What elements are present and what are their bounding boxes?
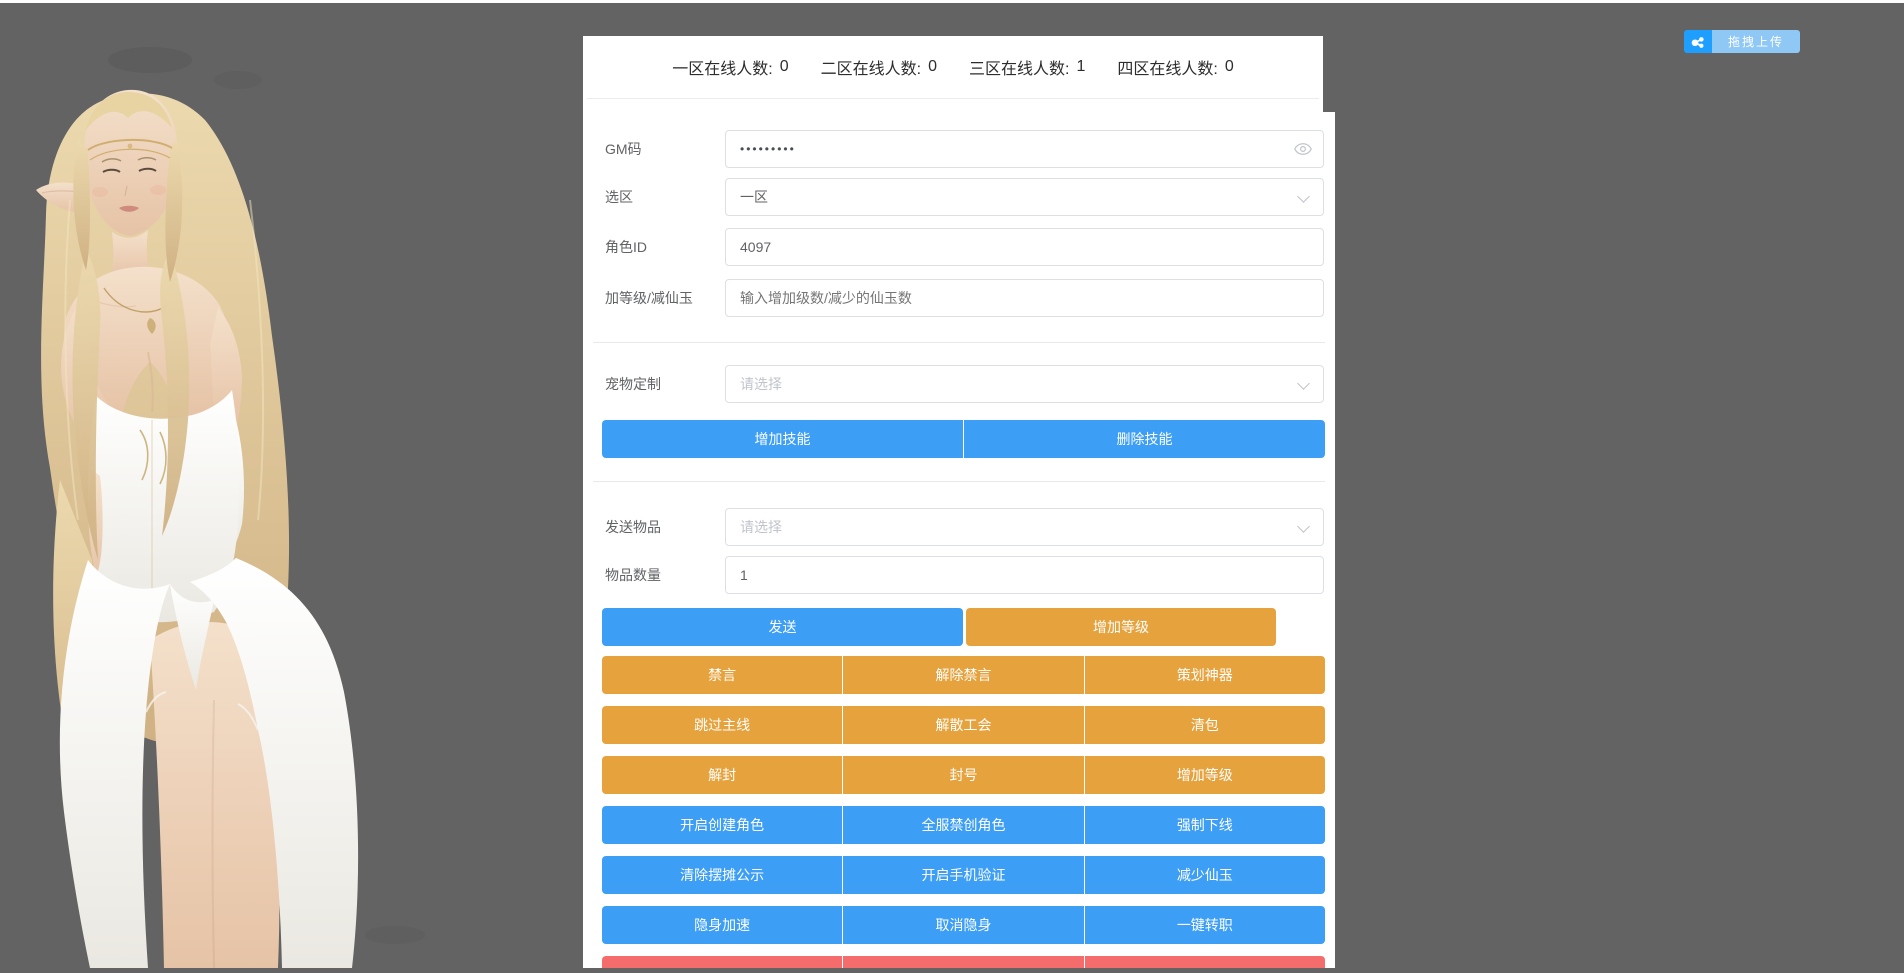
planner-tool-button[interactable]: 策划神器	[1085, 656, 1325, 694]
ban-button[interactable]: 封号	[843, 756, 1083, 794]
zone1-online-label: 一区在线人数:	[672, 55, 772, 79]
item-qty-field[interactable]	[725, 556, 1324, 594]
danger-button-2[interactable]	[843, 956, 1083, 968]
primary-button-row-3: 隐身加速 取消隐身 一键转职	[602, 906, 1325, 944]
zone-select-row: 选区 一区	[583, 178, 1335, 216]
role-id-label: 角色ID	[605, 228, 647, 266]
zone3-online-label: 三区在线人数:	[969, 55, 1069, 79]
warning-button-row-1: 禁言 解除禁言 策划神器	[602, 656, 1325, 694]
zone4-online-value: 0	[1225, 58, 1234, 76]
online-stats: 一区在线人数: 0 二区在线人数: 0 三区在线人数: 1 四区在线人数: 0	[587, 36, 1319, 99]
stealth-speed-button[interactable]: 隐身加速	[602, 906, 842, 944]
level-jade-input[interactable]	[726, 280, 1323, 316]
primary-button-row-2: 清除摆摊公示 开启手机验证 减少仙玉	[602, 856, 1325, 894]
skill-button-group: 增加技能 删除技能	[602, 420, 1325, 458]
role-id-row: 角色ID	[583, 228, 1335, 266]
zone4-online-stat: 四区在线人数: 0	[1117, 55, 1233, 79]
enable-phone-verify-button[interactable]: 开启手机验证	[843, 856, 1083, 894]
online-stats-bar: 一区在线人数: 0 二区在线人数: 0 三区在线人数: 1 四区在线人数: 0	[583, 36, 1323, 112]
send-item-placeholder: 请选择	[726, 509, 1323, 545]
drag-upload-widget[interactable]: 拖拽上传	[1684, 30, 1800, 53]
send-item-label: 发送物品	[605, 508, 661, 546]
mute-button[interactable]: 禁言	[602, 656, 842, 694]
send-actions-row: 发送 增加等级	[583, 608, 1335, 646]
gm-code-row: GM码	[583, 130, 1335, 168]
gm-code-input[interactable]	[726, 131, 1323, 167]
drag-upload-button[interactable]: 拖拽上传	[1712, 30, 1800, 53]
primary-button-row-1: 开启创建角色 全服禁创角色 强制下线	[602, 806, 1325, 844]
zone3-online-stat: 三区在线人数: 1	[969, 55, 1085, 79]
unban-button[interactable]: 解封	[602, 756, 842, 794]
add-level-button[interactable]: 增加等级	[966, 608, 1276, 646]
danger-button-1[interactable]	[602, 956, 842, 968]
elf-artwork-svg	[0, 0, 565, 968]
zone2-online-label: 二区在线人数:	[821, 55, 921, 79]
item-qty-label: 物品数量	[605, 556, 661, 594]
forbid-create-role-button[interactable]: 全服禁创角色	[843, 806, 1083, 844]
add-level-alt-button[interactable]: 增加等级	[1085, 756, 1325, 794]
pet-select[interactable]: 请选择	[725, 365, 1324, 403]
delete-skill-button[interactable]: 删除技能	[964, 420, 1325, 458]
section-divider	[593, 481, 1325, 482]
send-item-select[interactable]: 请选择	[725, 508, 1324, 546]
item-qty-input[interactable]	[726, 557, 1323, 593]
level-jade-label: 加等级/减仙玉	[605, 279, 693, 317]
zone3-online-value: 1	[1076, 58, 1085, 76]
level-jade-row: 加等级/减仙玉	[583, 279, 1335, 317]
section-divider	[593, 342, 1325, 343]
gm-code-label: GM码	[605, 130, 642, 168]
gm-form-panel: GM码 选区 一区 角色ID 加等级/减仙玉 宠物定制 请选择	[583, 112, 1335, 968]
cloud-drive-icon[interactable]	[1684, 30, 1712, 53]
skip-mainline-button[interactable]: 跳过主线	[602, 706, 842, 744]
zone2-online-value: 0	[928, 58, 937, 76]
elf-character-artwork	[0, 0, 565, 968]
pet-select-placeholder: 请选择	[726, 366, 1323, 402]
eye-icon[interactable]	[1294, 142, 1312, 156]
zone-select[interactable]: 一区	[725, 178, 1324, 216]
force-offline-button[interactable]: 强制下线	[1085, 806, 1325, 844]
item-qty-row: 物品数量	[583, 556, 1335, 594]
pet-select-row: 宠物定制 请选择	[583, 365, 1335, 403]
zone-select-value: 一区	[726, 179, 1323, 215]
one-key-job-change-button[interactable]: 一键转职	[1085, 906, 1325, 944]
gm-code-field[interactable]	[725, 130, 1324, 168]
role-id-field[interactable]	[725, 228, 1324, 266]
zone1-online-stat: 一区在线人数: 0	[672, 55, 788, 79]
clear-stall-notice-button[interactable]: 清除摆摊公示	[602, 856, 842, 894]
warning-button-row-3: 解封 封号 增加等级	[602, 756, 1325, 794]
unmute-button[interactable]: 解除禁言	[843, 656, 1083, 694]
send-item-row: 发送物品 请选择	[583, 508, 1335, 546]
zone4-online-label: 四区在线人数:	[1117, 55, 1217, 79]
send-button[interactable]: 发送	[602, 608, 963, 646]
zone2-online-stat: 二区在线人数: 0	[821, 55, 937, 79]
warning-button-row-2: 跳过主线 解散工会 清包	[602, 706, 1325, 744]
zone1-online-value: 0	[780, 58, 789, 76]
disband-guild-button[interactable]: 解散工会	[843, 706, 1083, 744]
level-jade-field[interactable]	[725, 279, 1324, 317]
pet-select-label: 宠物定制	[605, 365, 661, 403]
reduce-jade-button[interactable]: 减少仙玉	[1085, 856, 1325, 894]
enable-create-role-button[interactable]: 开启创建角色	[602, 806, 842, 844]
clear-bag-button[interactable]: 清包	[1085, 706, 1325, 744]
danger-button-row	[602, 956, 1325, 968]
zone-select-label: 选区	[605, 178, 633, 216]
cancel-stealth-button[interactable]: 取消隐身	[843, 906, 1083, 944]
add-skill-button[interactable]: 增加技能	[602, 420, 963, 458]
danger-button-3[interactable]	[1085, 956, 1325, 968]
role-id-input[interactable]	[726, 229, 1323, 265]
